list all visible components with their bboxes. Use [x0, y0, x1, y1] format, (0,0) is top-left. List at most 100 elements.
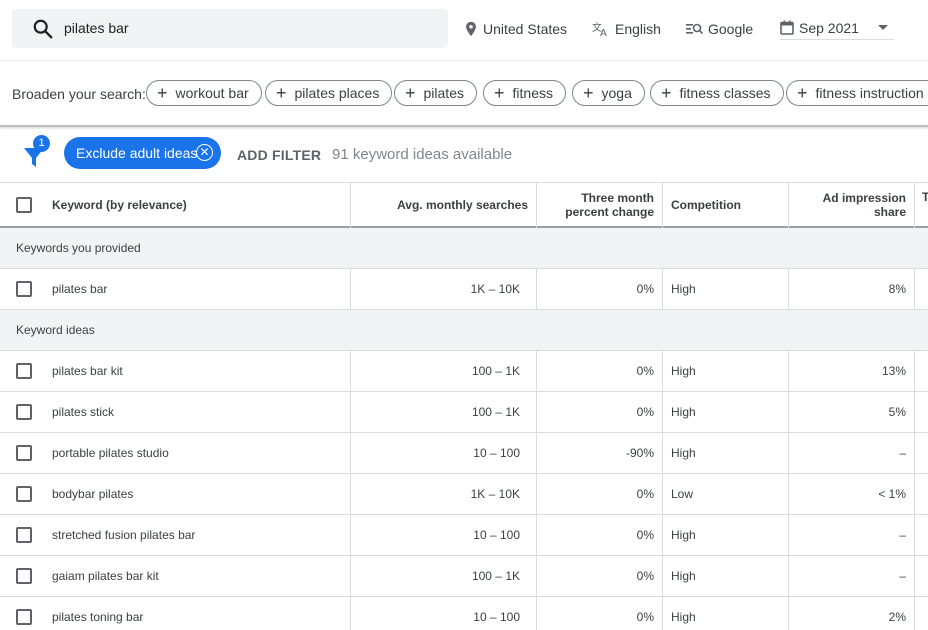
change-cell: 0% — [636, 487, 654, 501]
column-divider — [536, 269, 537, 310]
select-all-checkbox[interactable] — [16, 197, 32, 213]
avg-searches-cell: 10 – 100 — [473, 610, 520, 624]
keyword-search-box[interactable]: pilates bar — [12, 9, 448, 48]
ad-share-cell: – — [899, 446, 906, 460]
row-checkbox[interactable] — [16, 445, 32, 461]
header-label: Keyword (by relevance) — [52, 197, 187, 212]
row-checkbox[interactable] — [16, 568, 32, 584]
change-cell: -90% — [625, 446, 654, 460]
competition-cell: High — [671, 282, 696, 296]
plus-icon: + — [797, 83, 808, 103]
row-checkbox[interactable] — [16, 486, 32, 502]
close-icon[interactable]: ✕ — [196, 144, 213, 161]
filter-count-badge: 1 — [33, 135, 50, 152]
chip-label: fitness — [512, 85, 553, 101]
change-cell: 0% — [636, 528, 654, 542]
ad-share-cell: – — [899, 569, 906, 583]
ad-share-cell: < 1% — [878, 487, 906, 501]
broaden-chip-fitness-classes[interactable]: + fitness classes — [650, 80, 784, 106]
keyword-cell: stretched fusion pilates bar — [52, 528, 196, 542]
competition-cell: High — [671, 528, 696, 542]
ad-share-cell: 13% — [881, 364, 906, 378]
column-divider — [914, 269, 915, 310]
header-label: Ad impression share — [823, 191, 906, 219]
avg-searches-cell: 10 – 100 — [473, 446, 520, 460]
language-label: English — [615, 21, 661, 37]
broaden-chip-fitness[interactable]: + fitness — [483, 80, 566, 106]
column-divider — [788, 269, 789, 310]
plus-icon: + — [494, 83, 505, 103]
broaden-chip-pilates[interactable]: + pilates — [394, 80, 477, 106]
network-selector[interactable]: Google — [686, 18, 753, 40]
broaden-chip-fitness-instruction[interactable]: + fitness instruction — [786, 80, 928, 106]
avg-searches-cell: 100 – 1K — [471, 405, 520, 419]
search-network-icon — [686, 23, 703, 35]
header-label: T — [922, 189, 928, 204]
row-checkbox[interactable] — [16, 609, 32, 625]
date-range-selector[interactable]: Sep 2021 — [780, 16, 894, 40]
chip-label: fitness classes — [679, 85, 771, 101]
broaden-search-row: Broaden your search: + workout bar + pilat… — [0, 61, 928, 126]
search-input[interactable]: pilates bar — [64, 20, 129, 36]
competition-cell: High — [671, 364, 696, 378]
header-three-month-change[interactable]: Three month percent change — [565, 183, 654, 226]
header-competition[interactable]: Competition — [671, 183, 741, 226]
column-divider — [350, 351, 351, 630]
header-line: Ad impression — [822, 190, 906, 205]
plus-icon: + — [405, 83, 416, 103]
ad-share-cell: – — [899, 528, 906, 542]
broaden-label: Broaden your search: — [12, 86, 146, 102]
group-keywords-provided: Keywords you provided — [0, 228, 928, 269]
competition-cell: Low — [671, 487, 694, 501]
broaden-chip-pilates-places[interactable]: + pilates places — [265, 80, 393, 106]
filter-chip-label: Exclude adult ideas — [76, 145, 198, 161]
row-checkbox[interactable] — [16, 527, 32, 543]
header-line: Three month — [581, 190, 654, 205]
keyword-cell: pilates bar — [52, 282, 108, 296]
network-label: Google — [708, 21, 754, 37]
change-cell: 0% — [636, 569, 654, 583]
plus-icon: + — [661, 83, 672, 103]
column-divider — [914, 183, 915, 228]
column-divider — [788, 351, 789, 630]
header-next-column[interactable]: T — [922, 175, 928, 218]
header-label: Avg. monthly searches — [397, 197, 528, 212]
column-divider — [662, 183, 663, 228]
group-label: Keywords you provided — [16, 241, 141, 255]
broaden-chip-workout-bar[interactable]: + workout bar — [146, 80, 262, 106]
header-label: Competition — [671, 197, 741, 212]
add-filter-button[interactable]: ADD FILTER — [237, 147, 321, 163]
competition-cell: High — [671, 569, 696, 583]
change-cell: 0% — [636, 405, 654, 419]
header-ad-impression-share[interactable]: Ad impression share — [823, 183, 906, 226]
language-selector[interactable]: 文 A English — [592, 18, 661, 40]
keyword-cell: pilates stick — [52, 405, 115, 419]
keyword-cell: bodybar pilates — [52, 487, 134, 501]
change-cell: 0% — [636, 282, 654, 296]
row-checkbox[interactable] — [16, 281, 32, 297]
chip-label: workout bar — [175, 85, 249, 101]
keyword-cell: pilates toning bar — [52, 610, 144, 624]
translate-icon: 文 A — [592, 21, 607, 37]
header-keyword[interactable]: Keyword (by relevance) — [52, 183, 187, 226]
header-line: percent change — [565, 204, 654, 219]
row-checkbox[interactable] — [16, 363, 32, 379]
keyword-cell: portable pilates studio — [52, 446, 169, 460]
row-checkbox[interactable] — [16, 404, 32, 420]
broaden-chip-yoga[interactable]: + yoga — [572, 80, 645, 106]
exclude-adult-ideas-chip[interactable]: Exclude adult ideas ✕ — [64, 137, 221, 169]
column-divider — [350, 269, 351, 310]
ad-share-cell: 2% — [888, 610, 906, 624]
location-label: United States — [483, 21, 568, 37]
calendar-icon — [780, 20, 794, 35]
svg-text:A: A — [600, 28, 607, 37]
keyword-cell: gaiam pilates bar kit — [52, 569, 159, 583]
ad-share-cell: 8% — [888, 282, 906, 296]
ideas-count-text: 91 keyword ideas available — [332, 146, 513, 163]
location-selector[interactable]: United States — [464, 18, 567, 40]
header-avg-monthly-searches[interactable]: Avg. monthly searches — [397, 183, 528, 226]
column-divider — [536, 183, 537, 228]
header-label: Three month percent change — [565, 191, 654, 219]
competition-cell: High — [671, 405, 696, 419]
avg-searches-cell: 100 – 1K — [471, 569, 520, 583]
